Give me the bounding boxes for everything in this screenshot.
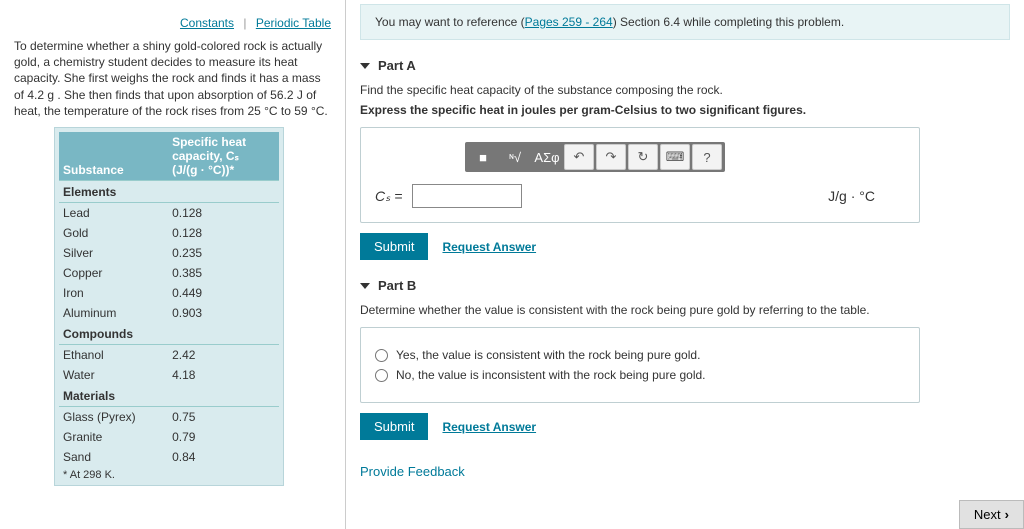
table-section: Elements [59,180,279,202]
next-button[interactable]: Next› [959,500,1024,529]
table-section: Materials [59,385,279,407]
answer-box-a: ■ ᶰ√ ΑΣφ ↶ ↷ ↻ ⌨ ? Cₛ = J/g · °C [360,127,920,223]
table-row: Ethanol2.42 [59,344,279,365]
submit-button-a[interactable]: Submit [360,233,428,260]
table-row: Granite0.79 [59,427,279,447]
table-section: Compounds [59,323,279,345]
problem-intro: To determine whether a shiny gold-colore… [14,38,331,119]
caret-down-icon[interactable] [360,283,370,289]
pages-link[interactable]: Pages 259 - 264 [525,15,613,29]
part-a-title: Part A [378,58,416,73]
root-tool[interactable]: ᶰ√ [500,144,530,170]
greek-tool[interactable]: ΑΣφ [532,144,562,170]
part-a-instr1: Find the specific heat capacity of the s… [360,83,1010,97]
table-row: Sand0.84 [59,447,279,467]
request-answer-a[interactable]: Request Answer [442,240,536,254]
keyboard-tool[interactable]: ⌨ [660,144,690,170]
submit-button-b[interactable]: Submit [360,413,428,440]
variable-label: Cₛ = [375,188,402,205]
sidebar: Constants | Periodic Table To determine … [0,0,345,529]
equation-toolbar: ■ ᶰ√ ΑΣφ ↶ ↷ ↻ ⌨ ? [465,142,725,172]
part-a-instr2: Express the specific heat in joules per … [360,103,1010,117]
col-substance: Substance [59,132,168,181]
chevron-right-icon: › [1005,507,1009,522]
specific-heat-table: Substance Specific heat capacity, Cₛ (J/… [54,127,284,486]
provide-feedback-link[interactable]: Provide Feedback [360,464,1010,479]
radio-yes[interactable] [375,349,388,362]
table-row: Copper0.385 [59,263,279,283]
reference-hint: You may want to reference (Pages 259 - 2… [360,4,1010,40]
constants-link[interactable]: Constants [180,16,234,30]
table-row: Gold0.128 [59,223,279,243]
part-b-title: Part B [378,278,416,293]
reset-tool[interactable]: ↻ [628,144,658,170]
radio-no[interactable] [375,369,388,382]
table-row: Water4.18 [59,365,279,385]
unit-label: J/g · °C [828,188,875,204]
table-row: Glass (Pyrex)0.75 [59,406,279,427]
table-row: Aluminum0.903 [59,303,279,323]
main-content: You may want to reference (Pages 259 - 2… [346,0,1024,529]
part-b: Part B Determine whether the value is co… [360,278,1010,440]
request-answer-b[interactable]: Request Answer [442,420,536,434]
template-tool[interactable]: ■ [468,144,498,170]
table-row: Silver0.235 [59,243,279,263]
table-row: Iron0.449 [59,283,279,303]
table-row: Lead0.128 [59,202,279,223]
caret-down-icon[interactable] [360,63,370,69]
option-yes[interactable]: Yes, the value is consistent with the ro… [375,348,905,362]
periodic-table-link[interactable]: Periodic Table [256,16,331,30]
answer-input-a[interactable] [412,184,522,208]
option-no[interactable]: No, the value is inconsistent with the r… [375,368,905,382]
part-b-instr: Determine whether the value is consisten… [360,303,1010,317]
answer-box-b: Yes, the value is consistent with the ro… [360,327,920,403]
table-footnote: * At 298 K. [59,467,279,483]
col-capacity: Specific heat capacity, Cₛ (J/(g · °C))* [168,132,279,181]
undo-tool[interactable]: ↶ [564,144,594,170]
help-tool[interactable]: ? [692,144,722,170]
redo-tool[interactable]: ↷ [596,144,626,170]
part-a: Part A Find the specific heat capacity o… [360,58,1010,260]
